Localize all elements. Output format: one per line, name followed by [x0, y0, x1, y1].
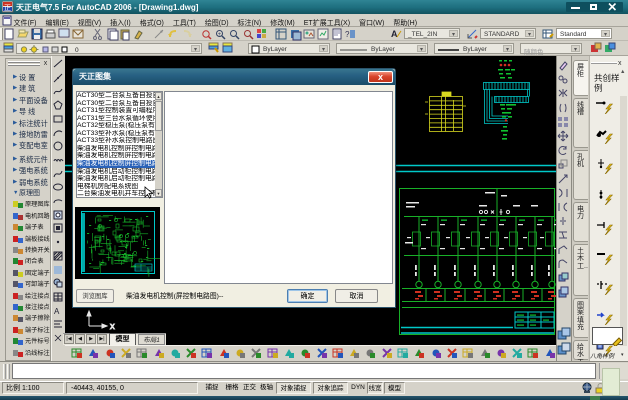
svg-text:A: A — [391, 29, 398, 39]
svg-text:+: + — [218, 32, 222, 38]
svg-text:?: ? — [345, 30, 350, 39]
svg-text:0: 0 — [75, 47, 79, 54]
svg-text:A: A — [54, 307, 60, 316]
svg-text:X: X — [110, 324, 115, 331]
svg-text:正: 正 — [4, 4, 11, 12]
